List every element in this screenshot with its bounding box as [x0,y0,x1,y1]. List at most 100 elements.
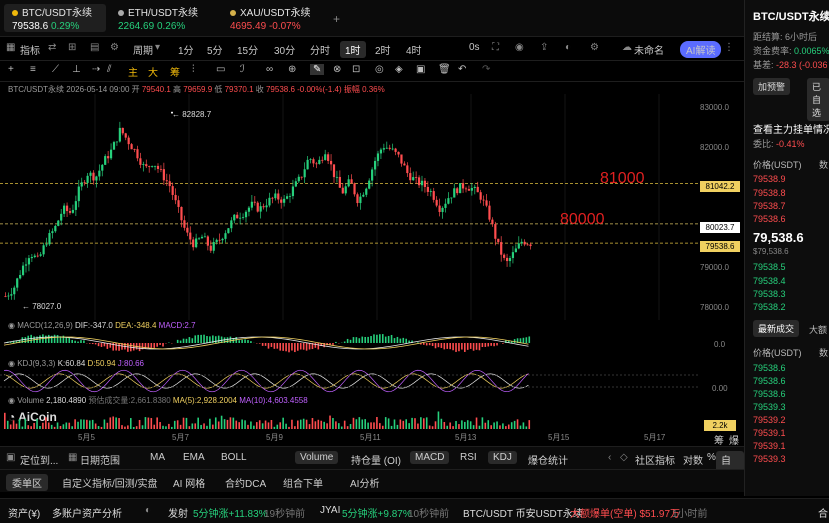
fullscreen-icon[interactable]: ⛶ [492,42,499,53]
log-scale-toggle[interactable]: 对数 [683,452,703,467]
grid-icon[interactable]: ▤ [90,42,99,53]
zoom-icon[interactable]: ⊕ [288,64,296,75]
tab-ai-analysis[interactable]: AI分析 [350,475,379,490]
liquidation-button[interactable]: 爆 [729,432,739,447]
tab-latest-trades[interactable]: 最新成交 [753,320,799,337]
trash-icon[interactable]: 🗑 [438,64,451,75]
tab-eth[interactable]: ETH/USDT永续 2264.69 0.26% [110,4,220,32]
interval-15m[interactable]: 15分 [237,42,258,57]
chip-button[interactable]: 筹 [714,432,724,447]
tab-custom-indicator[interactable]: 自定义指标/回测/实盘 [62,475,158,490]
candlestick-chart[interactable] [0,94,700,320]
theme-icon[interactable]: ◐ [565,42,571,53]
volume-bar [115,417,117,429]
interval-4h[interactable]: 4时 [406,42,422,57]
tab-combo-order[interactable]: 组合下单 [283,475,323,490]
eye-icon[interactable]: ◉ [8,359,15,368]
date-range-button[interactable]: 日期范围 [80,452,120,467]
period-button[interactable]: 周期 [133,42,153,57]
redo-icon[interactable]: ↷ [482,64,490,75]
shape-icon[interactable]: ▭ [216,64,225,75]
share-icon[interactable]: ⇪ [540,42,548,53]
brush-icon[interactable]: ✎ [310,64,324,75]
account-label[interactable]: 资产(¥) [8,505,40,520]
interval-5m[interactable]: 5分 [207,42,223,57]
text-icon[interactable]: ℐ [240,64,245,75]
interval-timeline[interactable]: 分时 [310,42,330,57]
indicator-ma[interactable]: MA [150,452,165,463]
label-80000: 80000 [560,211,605,229]
indicators-button[interactable]: 指标 [20,42,40,57]
tab-ai-grid[interactable]: AI 网格 [173,475,205,490]
interval-1h[interactable]: 1时 [340,41,366,58]
settings-icon[interactable]: ⚙ [110,42,119,53]
alert-icon[interactable]: ◈ [395,64,403,75]
ask-row[interactable]: 79538.9 [753,174,786,184]
ticker-symbol-3[interactable]: BTC/USDT 币安USDT永续 [463,505,583,520]
indicator-liquidation[interactable]: 爆仓统计 [528,452,568,467]
community-indicators[interactable]: 社区指标 [635,452,675,467]
indicator-rsi[interactable]: RSI [460,452,477,463]
chip-label[interactable]: 筹 [170,64,180,79]
camera-icon[interactable]: ◉ [515,42,524,53]
trendline-icon[interactable]: ⟋ [52,64,59,75]
add-alert-button[interactable]: 加预警 [753,78,790,95]
bid-row[interactable]: 79538.4 [753,276,786,286]
more-icon[interactable]: ⋮ [724,42,734,53]
lock-icon[interactable]: ⊡ [352,64,360,75]
tab-order-area[interactable]: 委单区 [6,474,48,491]
ray-icon[interactable]: ⇢ [92,64,100,75]
goto-button[interactable]: 定位到... [20,452,58,467]
percent-scale-toggle[interactable]: % [707,452,716,463]
bid-row[interactable]: 79538.2 [753,302,786,312]
orderbook-title[interactable]: 查看主力挂单情况 [753,121,829,136]
template-icon[interactable]: ⊞ [68,42,76,53]
layout-name[interactable]: 未命名 [634,42,664,57]
ask-row[interactable]: 79538.7 [753,201,786,211]
bid-row[interactable]: 79538.3 [753,289,786,299]
interval-1m[interactable]: 1分 [178,42,194,57]
hline-icon[interactable]: ⊥ [72,64,81,75]
indicator-boll[interactable]: BOLL [221,452,247,463]
tab-contract-dca[interactable]: 合约DCA [225,475,266,490]
interval-30m[interactable]: 30分 [274,42,295,57]
ask-row[interactable]: 79538.8 [753,188,786,198]
indicator-volume[interactable]: Volume [295,451,338,464]
main-force-label[interactable]: 主 [128,64,138,79]
ticker-symbol-1[interactable]: 发射 [168,505,188,520]
menu-icon[interactable]: ≡ [30,64,36,75]
tab-xau[interactable]: XAU/USDT永续 4695.49 -0.07% [222,4,332,32]
layout-icon[interactable]: ▦ [6,42,15,53]
eye-icon[interactable]: ◎ [375,64,384,75]
eye-icon[interactable]: ◉ [8,321,15,330]
gear-icon[interactable]: ⚙ [590,42,599,53]
cursor-icon[interactable]: + [8,64,14,75]
channel-icon[interactable]: ⫽ [107,64,111,75]
link-icon[interactable]: ∞ [266,64,273,75]
interval-2h[interactable]: 2时 [375,42,391,57]
calendar-icon[interactable]: ▣ [6,452,15,463]
favorite-button[interactable]: 已自选 [807,78,829,121]
indicator-kdj[interactable]: KDJ [488,451,517,464]
magnet-icon[interactable]: ⊗ [333,64,341,75]
eye-icon[interactable]: ◉ [8,396,15,405]
multi-account-link[interactable]: 多账户资产分析 [52,505,122,520]
add-tab-icon[interactable]: + [333,12,340,26]
undo-icon[interactable]: ↶ [458,64,466,75]
tab-big-trades[interactable]: 大额 [809,323,827,336]
ticker-symbol-2[interactable]: JYAI [320,505,340,516]
big-order-label[interactable]: 大 [148,64,158,79]
ai-interpret-button[interactable]: AI解读 [680,41,721,58]
ask-row[interactable]: 79538.6 [753,214,786,224]
indicator-macd[interactable]: MACD [410,451,449,464]
indicator-ema[interactable]: EMA [183,452,205,463]
layers-icon[interactable]: ▣ [416,64,425,75]
indicator-oi[interactable]: 持仓量 (OI) [351,452,401,467]
tab-btc[interactable]: BTC/USDT永续 79538.6 0.29% [4,4,106,32]
ticker-symbol-4[interactable]: 合 [818,505,828,520]
countdown-label[interactable]: 0s [469,42,480,53]
chevron-left-icon[interactable]: ‹ [608,452,611,463]
bid-row[interactable]: 79538.5 [753,262,786,272]
compare-icon[interactable]: ⇄ [48,42,56,53]
fib-icon[interactable]: ⫶ [192,64,195,75]
